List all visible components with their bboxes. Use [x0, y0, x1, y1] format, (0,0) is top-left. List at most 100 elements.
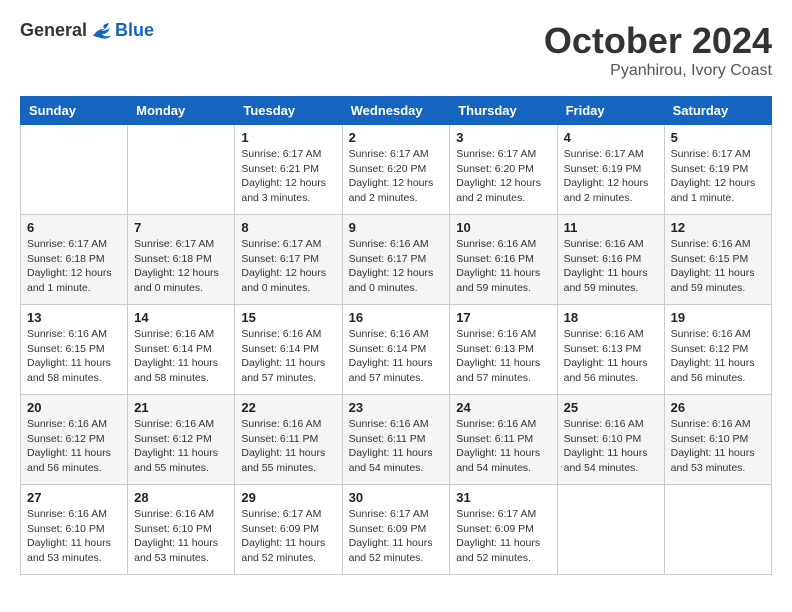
day-info: Sunrise: 6:17 AM Sunset: 6:20 PM Dayligh…	[456, 147, 550, 206]
day-number: 20	[27, 400, 121, 415]
day-number: 11	[564, 220, 658, 235]
calendar-cell: 18Sunrise: 6:16 AM Sunset: 6:13 PM Dayli…	[557, 305, 664, 395]
day-number: 1	[241, 130, 335, 145]
day-number: 27	[27, 490, 121, 505]
logo-blue-text: Blue	[115, 20, 154, 41]
logo-general-text: General	[20, 20, 87, 41]
column-header-wednesday: Wednesday	[342, 97, 450, 125]
calendar-header-row: SundayMondayTuesdayWednesdayThursdayFrid…	[21, 97, 772, 125]
column-header-tuesday: Tuesday	[235, 97, 342, 125]
calendar-cell: 27 Sunrise: 6:16 AM Sunset: 6:10 PM Dayli…	[21, 485, 128, 575]
day-number: 6	[27, 220, 121, 235]
calendar-cell: 14Sunrise: 6:16 AM Sunset: 6:14 PM Dayli…	[128, 305, 235, 395]
day-number: 10	[456, 220, 550, 235]
column-header-sunday: Sunday	[21, 97, 128, 125]
calendar-cell: 11Sunrise: 6:16 AM Sunset: 6:16 PM Dayli…	[557, 215, 664, 305]
calendar-cell: 23 Sunrise: 6:16 AM Sunset: 6:11 PM Dayli…	[342, 395, 450, 485]
title-section: October 2024 Pyanhirou, Ivory Coast	[544, 20, 772, 80]
day-info: Sunrise: 6:16 AM Sunset: 6:10 PM Dayligh…	[27, 507, 121, 566]
calendar-week-row: 20 Sunrise: 6:16 AM Sunset: 6:12 PM Dayli…	[21, 395, 772, 485]
day-number: 22	[241, 400, 335, 415]
day-number: 12	[671, 220, 765, 235]
column-header-saturday: Saturday	[664, 97, 771, 125]
day-number: 2	[349, 130, 444, 145]
column-header-thursday: Thursday	[450, 97, 557, 125]
day-number: 26	[671, 400, 765, 415]
day-number: 15	[241, 310, 335, 325]
day-number: 3	[456, 130, 550, 145]
day-info: Sunrise: 6:17 AM Sunset: 6:09 PM Dayligh…	[241, 507, 335, 566]
calendar-cell: 16 Sunrise: 6:16 AM Sunset: 6:14 PM Dayli…	[342, 305, 450, 395]
day-number: 31	[456, 490, 550, 505]
day-info: Sunrise: 6:16 AM Sunset: 6:13 PM Dayligh…	[456, 327, 550, 386]
day-number: 14	[134, 310, 228, 325]
day-number: 16	[349, 310, 444, 325]
calendar-cell: 1 Sunrise: 6:17 AM Sunset: 6:21 PM Daylig…	[235, 125, 342, 215]
calendar-week-row: 6 Sunrise: 6:17 AM Sunset: 6:18 PM Daylig…	[21, 215, 772, 305]
calendar-cell: 21 Sunrise: 6:16 AM Sunset: 6:12 PM Dayli…	[128, 395, 235, 485]
day-number: 5	[671, 130, 765, 145]
day-number: 17	[456, 310, 550, 325]
calendar-cell: 17 Sunrise: 6:16 AM Sunset: 6:13 PM Dayli…	[450, 305, 557, 395]
day-info: Sunrise: 6:16 AM Sunset: 6:15 PM Dayligh…	[27, 327, 121, 386]
day-number: 30	[349, 490, 444, 505]
page-header: General Blue October 2024 Pyanhirou, Ivo…	[20, 20, 772, 80]
day-info: Sunrise: 6:17 AM Sunset: 6:19 PM Dayligh…	[564, 147, 658, 206]
day-info: Sunrise: 6:16 AM Sunset: 6:11 PM Dayligh…	[349, 417, 444, 476]
calendar-cell: 20 Sunrise: 6:16 AM Sunset: 6:12 PM Dayli…	[21, 395, 128, 485]
day-info: Sunrise: 6:16 AM Sunset: 6:12 PM Dayligh…	[671, 327, 765, 386]
day-info: Sunrise: 6:17 AM Sunset: 6:09 PM Dayligh…	[349, 507, 444, 566]
calendar-cell: 24 Sunrise: 6:16 AM Sunset: 6:11 PM Dayli…	[450, 395, 557, 485]
day-number: 8	[241, 220, 335, 235]
day-info: Sunrise: 6:17 AM Sunset: 6:17 PM Dayligh…	[241, 237, 335, 296]
calendar-cell: 8 Sunrise: 6:17 AM Sunset: 6:17 PM Daylig…	[235, 215, 342, 305]
day-info: Sunrise: 6:17 AM Sunset: 6:18 PM Dayligh…	[27, 237, 121, 296]
day-info: Sunrise: 6:17 AM Sunset: 6:19 PM Dayligh…	[671, 147, 765, 206]
day-number: 19	[671, 310, 765, 325]
day-number: 23	[349, 400, 444, 415]
logo: General Blue	[20, 20, 154, 41]
day-number: 4	[564, 130, 658, 145]
calendar-cell	[21, 125, 128, 215]
day-number: 29	[241, 490, 335, 505]
day-info: Sunrise: 6:16 AM Sunset: 6:14 PM Dayligh…	[241, 327, 335, 386]
calendar-cell: 4 Sunrise: 6:17 AM Sunset: 6:19 PM Daylig…	[557, 125, 664, 215]
column-header-monday: Monday	[128, 97, 235, 125]
day-info: Sunrise: 6:17 AM Sunset: 6:21 PM Dayligh…	[241, 147, 335, 206]
calendar-cell: 30 Sunrise: 6:17 AM Sunset: 6:09 PM Dayli…	[342, 485, 450, 575]
day-number: 21	[134, 400, 228, 415]
calendar-cell: 3 Sunrise: 6:17 AM Sunset: 6:20 PM Daylig…	[450, 125, 557, 215]
calendar-cell	[664, 485, 771, 575]
day-info: Sunrise: 6:16 AM Sunset: 6:11 PM Dayligh…	[241, 417, 335, 476]
day-info: Sunrise: 6:16 AM Sunset: 6:12 PM Dayligh…	[134, 417, 228, 476]
calendar-cell: 2 Sunrise: 6:17 AM Sunset: 6:20 PM Daylig…	[342, 125, 450, 215]
day-number: 7	[134, 220, 228, 235]
day-number: 18	[564, 310, 658, 325]
calendar-cell: 26 Sunrise: 6:16 AM Sunset: 6:10 PM Dayli…	[664, 395, 771, 485]
calendar-cell: 28Sunrise: 6:16 AM Sunset: 6:10 PM Dayli…	[128, 485, 235, 575]
calendar-cell: 19 Sunrise: 6:16 AM Sunset: 6:12 PM Dayli…	[664, 305, 771, 395]
calendar-cell: 13 Sunrise: 6:16 AM Sunset: 6:15 PM Dayli…	[21, 305, 128, 395]
day-info: Sunrise: 6:16 AM Sunset: 6:16 PM Dayligh…	[456, 237, 550, 296]
calendar-week-row: 1 Sunrise: 6:17 AM Sunset: 6:21 PM Daylig…	[21, 125, 772, 215]
calendar-cell: 12Sunrise: 6:16 AM Sunset: 6:15 PM Dayli…	[664, 215, 771, 305]
column-header-friday: Friday	[557, 97, 664, 125]
calendar-cell: 29 Sunrise: 6:17 AM Sunset: 6:09 PM Dayli…	[235, 485, 342, 575]
month-title: October 2024	[544, 20, 772, 62]
calendar-table: SundayMondayTuesdayWednesdayThursdayFrid…	[20, 96, 772, 575]
day-info: Sunrise: 6:16 AM Sunset: 6:14 PM Dayligh…	[349, 327, 444, 386]
location-subtitle: Pyanhirou, Ivory Coast	[544, 62, 772, 80]
calendar-week-row: 13 Sunrise: 6:16 AM Sunset: 6:15 PM Dayli…	[21, 305, 772, 395]
calendar-cell: 25Sunrise: 6:16 AM Sunset: 6:10 PM Dayli…	[557, 395, 664, 485]
day-number: 24	[456, 400, 550, 415]
day-info: Sunrise: 6:17 AM Sunset: 6:20 PM Dayligh…	[349, 147, 444, 206]
day-number: 9	[349, 220, 444, 235]
day-info: Sunrise: 6:16 AM Sunset: 6:12 PM Dayligh…	[27, 417, 121, 476]
calendar-cell	[557, 485, 664, 575]
day-info: Sunrise: 6:16 AM Sunset: 6:11 PM Dayligh…	[456, 417, 550, 476]
calendar-cell: 31Sunrise: 6:17 AM Sunset: 6:09 PM Dayli…	[450, 485, 557, 575]
day-info: Sunrise: 6:16 AM Sunset: 6:10 PM Dayligh…	[671, 417, 765, 476]
calendar-cell: 10 Sunrise: 6:16 AM Sunset: 6:16 PM Dayli…	[450, 215, 557, 305]
calendar-cell: 9Sunrise: 6:16 AM Sunset: 6:17 PM Daylig…	[342, 215, 450, 305]
day-number: 13	[27, 310, 121, 325]
